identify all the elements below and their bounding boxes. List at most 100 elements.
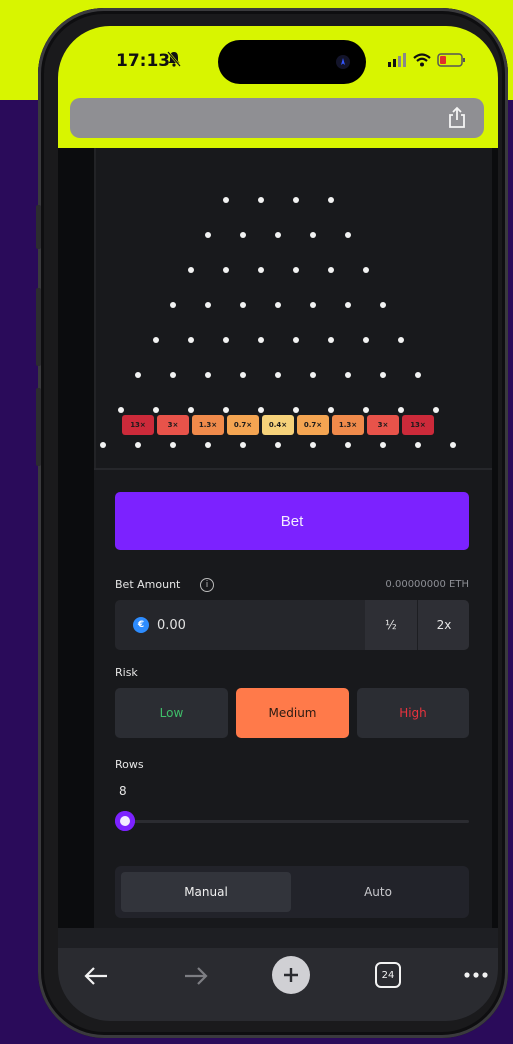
risk-high-button[interactable]: High — [357, 688, 469, 738]
plinko-peg — [292, 197, 299, 203]
browser-bottom-toolbar: 24 — [58, 928, 498, 1021]
rows-slider-thumb[interactable] — [115, 811, 135, 831]
plinko-peg — [205, 232, 211, 238]
eth-coin-icon: € — [133, 617, 149, 633]
plinko-peg — [187, 407, 194, 413]
phone-side-button — [36, 288, 41, 366]
plinko-peg — [345, 442, 351, 448]
plinko-peg — [117, 407, 124, 413]
half-bet-button[interactable]: ½ — [365, 600, 417, 650]
tabs-count-button[interactable]: 24 — [370, 957, 406, 993]
plinko-peg — [292, 407, 299, 413]
plinko-peg — [292, 267, 299, 273]
multiplier-slot: 0.4× — [262, 415, 294, 435]
location-icon — [336, 55, 350, 69]
browser-top-chrome: 17:13 — [58, 26, 498, 148]
status-time: 17:13 — [116, 51, 171, 71]
rows-slider-track[interactable] — [115, 820, 469, 823]
plinko-peg — [152, 337, 159, 343]
plinko-peg — [415, 372, 421, 378]
plinko-peg — [362, 407, 369, 413]
plinko-peg — [327, 197, 334, 203]
plinko-peg — [240, 232, 246, 238]
plinko-peg — [275, 302, 281, 308]
url-bar[interactable] — [70, 98, 484, 138]
plinko-peg — [380, 372, 386, 378]
plinko-peg — [135, 442, 141, 448]
battery-icon — [437, 53, 465, 67]
double-bet-button[interactable]: 2x — [418, 600, 469, 650]
status-icons — [388, 53, 465, 67]
risk-low-button[interactable]: Low — [115, 688, 228, 738]
back-icon[interactable] — [78, 958, 114, 994]
plinko-peg — [187, 337, 194, 343]
web-content: 13× 3× 1.3× 0.7× 0.4× 0.7× 1.3× 3× 13× Bet Bet A… — [58, 148, 498, 948]
new-tab-icon[interactable] — [272, 956, 310, 994]
wifi-icon — [413, 53, 431, 67]
bet-button[interactable]: Bet — [115, 492, 469, 550]
plinko-peg — [257, 407, 264, 413]
plinko-peg — [450, 442, 456, 448]
risk-medium-button[interactable]: Medium — [236, 688, 349, 738]
plinko-peg — [397, 407, 404, 413]
bell-muted-icon — [167, 51, 181, 67]
plinko-peg — [187, 267, 194, 273]
risk-medium-label: Medium — [268, 706, 317, 720]
slider-thumb-center — [120, 816, 130, 826]
multiplier-slot: 1.3× — [332, 415, 364, 435]
bet-amount-input[interactable] — [157, 600, 357, 650]
plinko-peg — [240, 302, 246, 308]
rows-value: 8 — [119, 784, 127, 798]
multiplier-slot: 13× — [122, 415, 154, 435]
plinko-peg — [275, 442, 281, 448]
bet-amount-label: Bet Amount — [115, 578, 181, 591]
plinko-peg — [222, 197, 229, 203]
multiplier-slot: 0.7× — [297, 415, 329, 435]
plinko-peg — [170, 442, 176, 448]
share-icon[interactable] — [446, 106, 468, 130]
plinko-peg — [310, 442, 316, 448]
plinko-peg — [275, 372, 281, 378]
plinko-peg — [170, 372, 176, 378]
plinko-peg — [152, 407, 159, 413]
tab-manual[interactable]: Manual — [121, 872, 291, 912]
plinko-peg — [205, 302, 211, 308]
plinko-peg — [275, 232, 281, 238]
multiplier-slot: 1.3× — [192, 415, 224, 435]
risk-label: Risk — [115, 666, 138, 679]
dynamic-island — [218, 40, 366, 84]
plinko-peg — [345, 232, 351, 238]
plinko-peg — [397, 337, 404, 343]
bet-balance: 0.00000000 ETH — [385, 579, 469, 590]
rows-label: Rows — [115, 758, 144, 771]
plinko-peg — [240, 372, 246, 378]
plinko-peg — [362, 267, 369, 273]
plinko-peg — [380, 302, 386, 308]
more-icon[interactable] — [458, 957, 494, 993]
plinko-peg — [310, 302, 316, 308]
bet-amount-field: € ½ 2x — [115, 600, 469, 650]
plinko-peg — [257, 267, 264, 273]
plinko-peg — [292, 337, 299, 343]
tab-auto[interactable]: Auto — [293, 872, 463, 912]
plinko-peg — [345, 372, 351, 378]
plinko-peg — [345, 302, 351, 308]
plinko-peg — [222, 407, 229, 413]
plinko-peg — [327, 267, 334, 273]
plinko-peg — [222, 337, 229, 343]
plinko-peg — [327, 407, 334, 413]
forward-icon[interactable] — [178, 958, 214, 994]
plinko-peg — [362, 337, 369, 343]
plinko-peg — [380, 442, 386, 448]
plinko-peg — [310, 232, 316, 238]
plinko-peg — [327, 337, 334, 343]
toolbar-top-strip — [58, 928, 498, 948]
plinko-peg — [415, 442, 421, 448]
plinko-peg — [205, 372, 211, 378]
mode-toggle: Manual Auto — [115, 866, 469, 918]
plinko-peg — [310, 372, 316, 378]
plinko-peg — [222, 267, 229, 273]
tabs-count: 24 — [375, 962, 401, 988]
info-icon[interactable]: i — [200, 578, 214, 592]
cellular-signal-icon — [388, 53, 406, 67]
